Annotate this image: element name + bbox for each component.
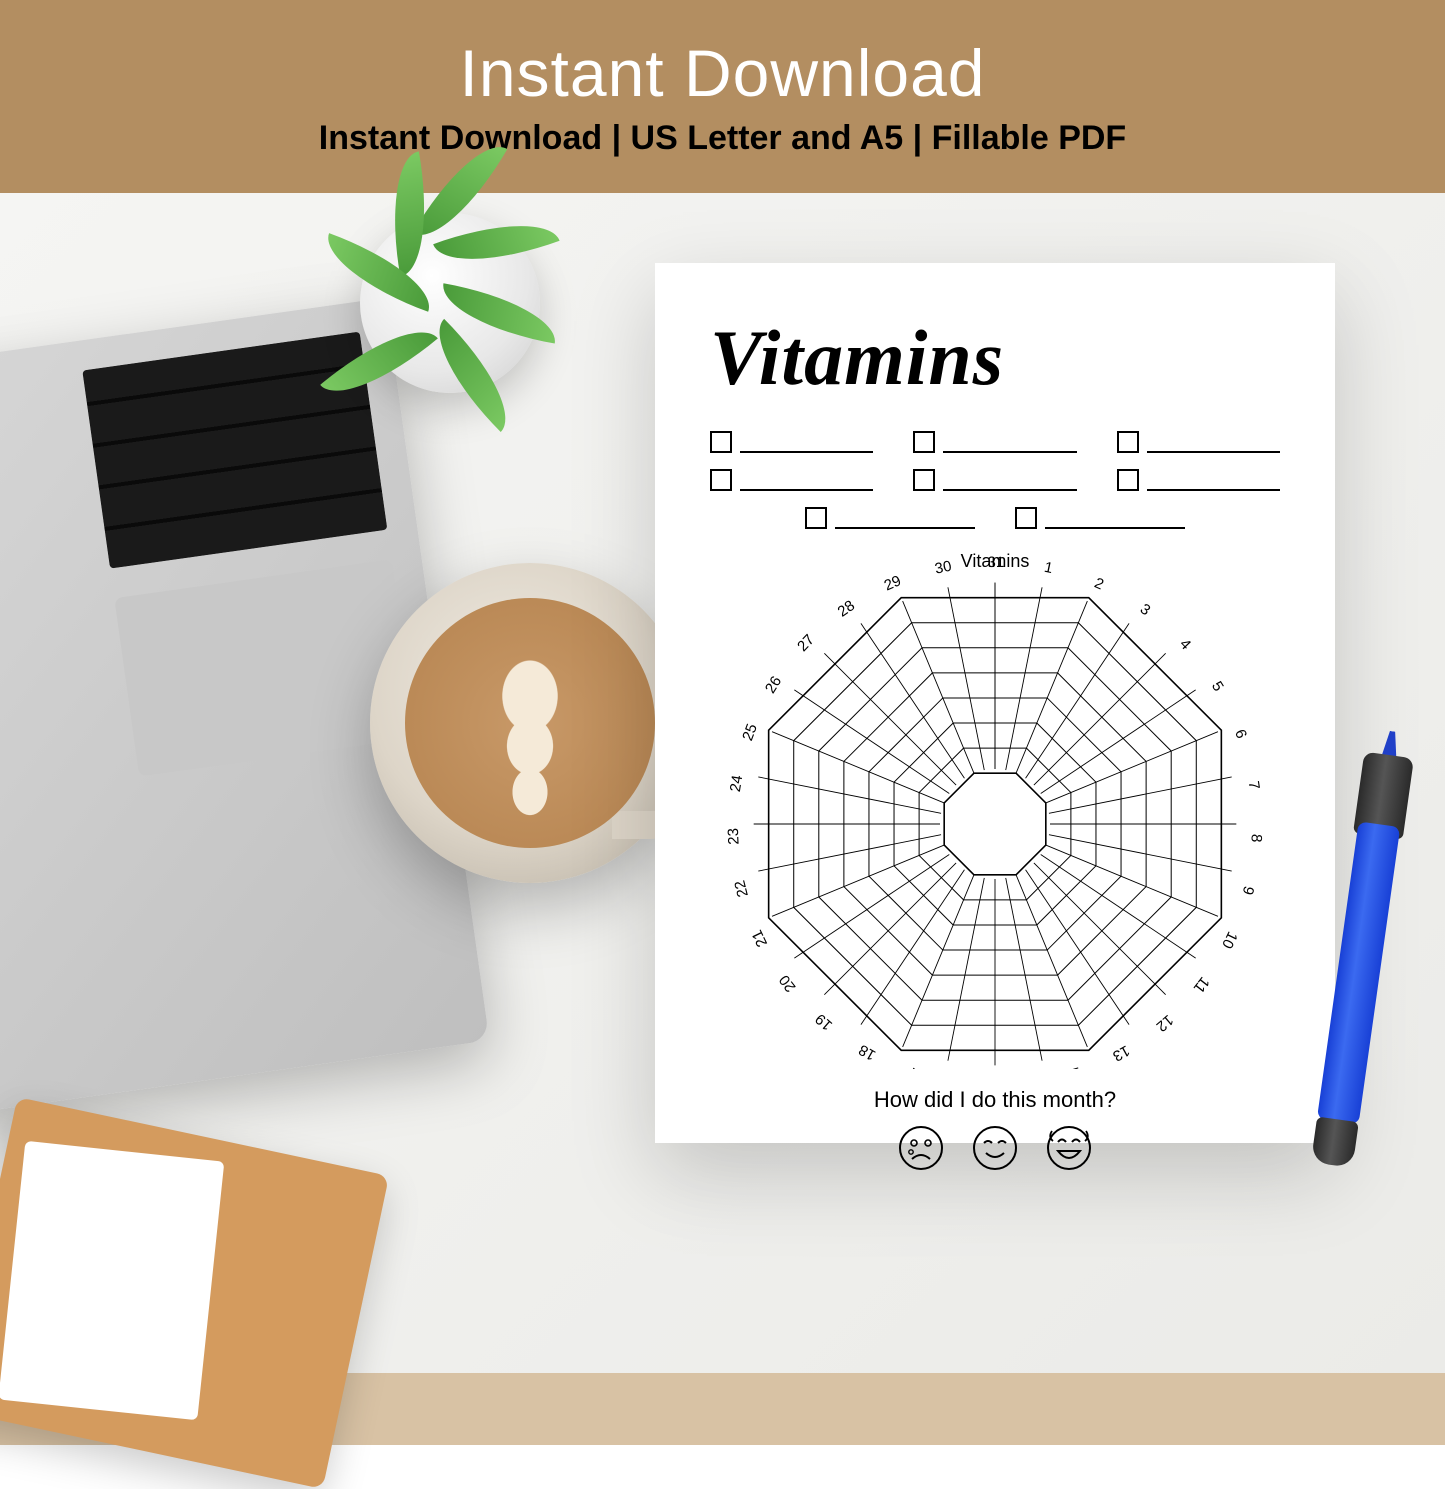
svg-text:9: 9 <box>1239 884 1258 896</box>
svg-text:14: 14 <box>1062 1063 1083 1069</box>
svg-text:1: 1 <box>1043 559 1055 577</box>
checkbox-icon[interactable] <box>1015 507 1037 529</box>
checkbox-icon[interactable] <box>913 469 935 491</box>
svg-text:8: 8 <box>1247 834 1264 843</box>
svg-text:24: 24 <box>727 774 746 793</box>
svg-text:28: 28 <box>835 597 858 620</box>
svg-text:23: 23 <box>725 828 743 845</box>
legend-item[interactable] <box>1015 507 1185 529</box>
svg-text:22: 22 <box>731 879 752 899</box>
legend-item[interactable] <box>913 431 1076 453</box>
legend-item[interactable] <box>913 469 1076 491</box>
svg-text:Vitamins: Vitamins <box>961 551 1030 571</box>
plant-prop <box>280 133 620 473</box>
checkbox-icon[interactable] <box>710 469 732 491</box>
month-prompt: How did I do this month? <box>710 1087 1280 1113</box>
octagon-tracker: 1234567891011121314151617181920212223242… <box>710 549 1280 1069</box>
vitamin-legend <box>710 431 1280 529</box>
checkbox-icon[interactable] <box>710 431 732 453</box>
svg-text:30: 30 <box>933 558 953 578</box>
svg-text:13: 13 <box>1110 1042 1133 1065</box>
svg-text:18: 18 <box>856 1041 879 1064</box>
sad-face-icon[interactable] <box>898 1125 944 1171</box>
product-mockup-scene: Vitamins 1234567891011121314151617181920… <box>0 193 1445 1373</box>
svg-text:21: 21 <box>749 927 772 949</box>
happy-face-icon[interactable] <box>972 1125 1018 1171</box>
svg-text:17: 17 <box>905 1063 926 1069</box>
banner-title: Instant Download <box>460 35 986 111</box>
svg-text:26: 26 <box>762 673 785 696</box>
svg-text:7: 7 <box>1245 780 1263 791</box>
legend-item[interactable] <box>1117 431 1280 453</box>
svg-text:29: 29 <box>882 572 904 594</box>
svg-text:6: 6 <box>1231 727 1250 741</box>
checkbox-icon[interactable] <box>913 431 935 453</box>
checkbox-icon[interactable] <box>805 507 827 529</box>
checkbox-icon[interactable] <box>1117 469 1139 491</box>
checkbox-icon[interactable] <box>1117 431 1139 453</box>
notebook-prop <box>0 1097 389 1489</box>
svg-text:5: 5 <box>1208 678 1227 694</box>
svg-text:20: 20 <box>776 972 800 996</box>
legend-item[interactable] <box>710 469 873 491</box>
svg-text:2: 2 <box>1092 575 1106 594</box>
svg-text:27: 27 <box>794 631 818 655</box>
svg-text:19: 19 <box>812 1010 836 1034</box>
svg-text:3: 3 <box>1137 600 1154 619</box>
promo-banner: Instant Download Instant Download | US L… <box>0 0 1445 193</box>
svg-text:25: 25 <box>739 722 761 744</box>
svg-text:12: 12 <box>1153 1011 1177 1035</box>
planner-page: Vitamins 1234567891011121314151617181920… <box>655 263 1335 1143</box>
legend-item[interactable] <box>1117 469 1280 491</box>
page-title: Vitamins <box>710 313 1280 403</box>
excited-face-icon[interactable] <box>1046 1125 1092 1171</box>
coffee-cup-prop <box>370 563 690 883</box>
svg-text:11: 11 <box>1190 973 1213 996</box>
svg-text:4: 4 <box>1176 636 1194 654</box>
mood-faces <box>710 1125 1280 1171</box>
legend-item[interactable] <box>805 507 975 529</box>
svg-text:10: 10 <box>1218 929 1241 951</box>
legend-item[interactable] <box>710 431 873 453</box>
